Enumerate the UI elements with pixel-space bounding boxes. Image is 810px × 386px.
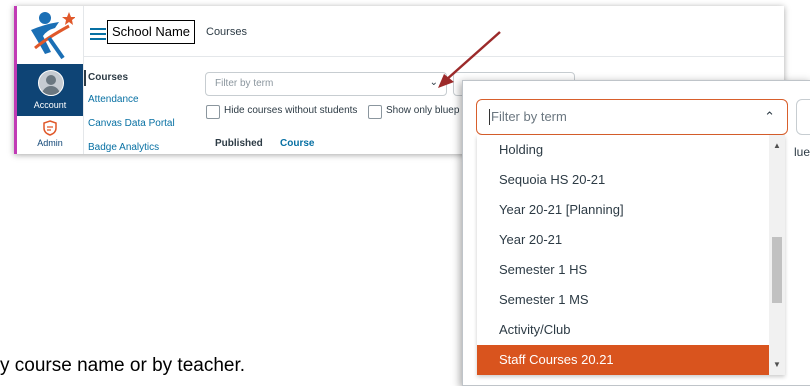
school-name-breadcrumb[interactable]: School Name [107,20,196,44]
sub-nav-item-canvas-data-portal[interactable]: Canvas Data Portal [88,118,175,129]
scroll-down-icon[interactable]: ▼ [773,360,781,369]
checkbox-box[interactable] [206,105,220,119]
sub-nav-item-courses[interactable]: Courses [88,72,128,83]
options-scrollbar[interactable]: ▲ ▼ [769,135,785,375]
zoomed-secondary-input[interactable] [796,99,810,135]
hamburger-menu-icon[interactable] [90,28,106,40]
caption-text: y course name or by teacher. [0,355,246,376]
breadcrumb-courses: Courses [206,26,247,38]
sub-nav-item-badge-analytics[interactable]: Badge Analytics [88,142,159,153]
zoomed-blueprint-fragment: luep [794,145,810,159]
global-nav: Account Admin [17,6,84,154]
scrollbar-thumb[interactable] [772,237,782,303]
checkbox-box[interactable] [368,105,382,119]
term-filter-select[interactable]: Filter by term ⌄ [205,72,447,96]
text-caret [489,109,490,125]
school-logo-icon [31,12,75,60]
term-option-sequoia-hs[interactable]: Sequoia HS 20-21 [477,165,769,195]
nav-admin-label: Admin [37,138,63,148]
blueprint-label: Show only bluep [386,105,460,116]
nav-admin[interactable]: Admin [17,116,83,154]
active-indicator [84,70,86,86]
column-header-course[interactable]: Course [280,138,314,149]
sub-nav-item-attendance[interactable]: Attendance [88,94,139,105]
term-option-staff-courses[interactable]: Staff Courses 20.21 [477,345,769,375]
term-option-year-planning[interactable]: Year 20-21 [Planning] [477,195,769,225]
term-option-semester-1-ms[interactable]: Semester 1 MS [477,285,769,315]
scroll-up-icon[interactable]: ▲ [773,141,781,150]
term-filter-placeholder: Filter by term [215,78,274,89]
column-header-published[interactable]: Published [215,138,263,149]
zoomed-dropdown-panel: Filter by term ⌃ luep Holding Sequoia HS… [462,80,810,386]
term-option-holding[interactable]: Holding [477,135,769,165]
nav-account[interactable]: Account [17,64,83,116]
term-option-year[interactable]: Year 20-21 [477,225,769,255]
shield-icon [43,120,57,136]
term-option-semester-1-hs[interactable]: Semester 1 HS [477,255,769,285]
nav-account-label: Account [33,100,67,110]
term-options-list: Holding Sequoia HS 20-21 Year 20-21 [Pla… [477,135,785,375]
zoomed-term-filter-placeholder: Filter by term [491,109,567,124]
hide-courses-label: Hide courses without students [224,105,358,116]
zoomed-term-filter-input[interactable]: Filter by term ⌃ [476,99,788,135]
term-option-activity-club[interactable]: Activity/Club [477,315,769,345]
chevron-up-icon[interactable]: ⌃ [764,109,775,125]
avatar-icon [38,70,64,96]
